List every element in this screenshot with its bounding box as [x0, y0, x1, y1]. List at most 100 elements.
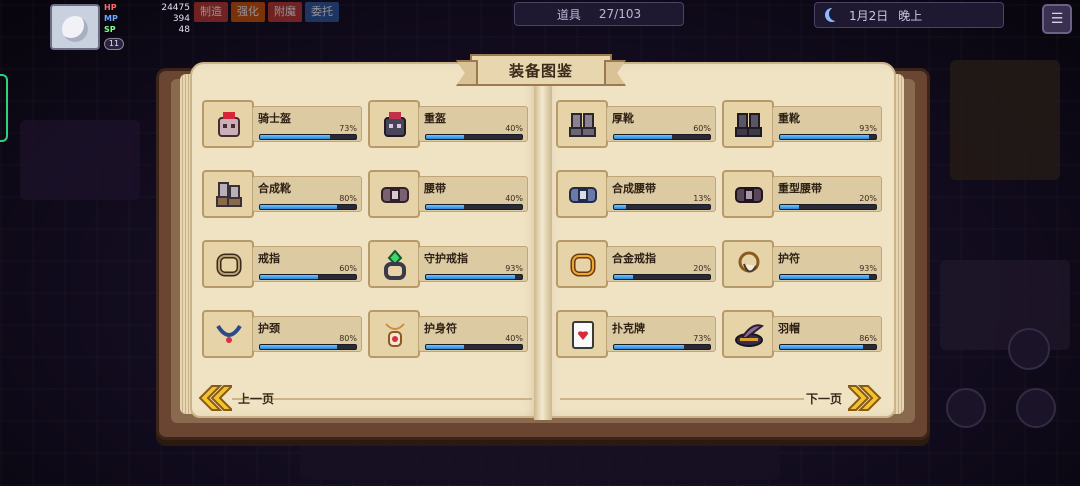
item-name: 重靴 — [778, 112, 800, 125]
ring-icon — [216, 253, 242, 277]
item-percent: 40% — [505, 124, 523, 133]
divider — [560, 398, 804, 400]
progress-fill — [614, 135, 672, 139]
hp-label: HP — [104, 3, 117, 12]
progress-bar — [779, 204, 877, 210]
progress-fill — [780, 205, 800, 209]
item-name: 骑士盔 — [258, 112, 291, 125]
progress-fill — [426, 345, 465, 349]
item-percent: 80% — [339, 194, 357, 203]
tab-enchant[interactable]: 附魔 — [268, 2, 302, 22]
progress-fill — [614, 345, 685, 349]
progress-fill — [780, 135, 870, 139]
avatar[interactable] — [50, 4, 100, 50]
item-icon-frame — [556, 240, 608, 288]
item-name: 重盔 — [424, 112, 446, 125]
progress-bar — [259, 344, 357, 350]
item-percent: 60% — [693, 124, 711, 133]
equipment-card[interactable]: 腰带 40% — [368, 170, 528, 218]
item-percent: 40% — [505, 334, 523, 343]
item-percent: 93% — [859, 124, 877, 133]
equipment-card[interactable]: 护颈 80% — [202, 310, 362, 358]
item-info: 合金戒指 20% — [606, 246, 716, 282]
guardian-ring-icon — [384, 250, 406, 280]
item-percent: 73% — [339, 124, 357, 133]
progress-fill — [780, 275, 870, 279]
item-info: 羽帽 86% — [772, 316, 882, 352]
amulet-icon — [385, 323, 405, 347]
item-percent: 93% — [859, 264, 877, 273]
next-page-button[interactable]: 下一页 — [806, 384, 882, 412]
item-info: 厚靴 60% — [606, 106, 716, 142]
equipment-card[interactable]: 羽帽 86% — [722, 310, 882, 358]
item-name: 厚靴 — [612, 112, 634, 125]
item-name: 合成腰带 — [612, 182, 656, 195]
mp-row: MP 394 — [104, 13, 190, 24]
item-icon-frame — [202, 170, 254, 218]
item-info: 护颈 80% — [252, 316, 362, 352]
progress-bar — [613, 274, 711, 280]
item-percent: 73% — [693, 334, 711, 343]
equipment-card[interactable]: 护身符 40% — [368, 310, 528, 358]
item-icon-frame — [202, 240, 254, 288]
progress-fill — [260, 135, 331, 139]
equipment-card[interactable]: 扑克牌 73% — [556, 310, 716, 358]
progress-bar — [779, 274, 877, 280]
tab-commission[interactable]: 委托 — [305, 2, 339, 22]
item-percent: 20% — [859, 194, 877, 203]
item-percent: 20% — [693, 264, 711, 273]
divider — [232, 398, 532, 400]
equipment-card[interactable]: 合金戒指 20% — [556, 240, 716, 288]
hp-value: 24475 — [161, 2, 190, 13]
item-counter-value: 27/103 — [598, 7, 642, 21]
book-spine — [534, 70, 552, 420]
item-icon-frame — [556, 100, 608, 148]
time-of-day-text: 晚上 — [898, 8, 923, 23]
equipment-card[interactable]: 骑士盔 73% — [202, 100, 362, 148]
progress-bar — [613, 344, 711, 350]
equipment-card[interactable]: 厚靴 60% — [556, 100, 716, 148]
progress-bar — [259, 274, 357, 280]
item-icon-frame — [202, 100, 254, 148]
alloy-ring-icon — [570, 253, 596, 277]
equipment-card[interactable]: 重靴 93% — [722, 100, 882, 148]
progress-fill — [614, 205, 627, 209]
item-icon-frame — [202, 310, 254, 358]
tab-craft[interactable]: 制造 — [194, 2, 228, 22]
page-title-text: 装备图鉴 — [508, 61, 573, 80]
progress-fill — [426, 205, 465, 209]
progress-fill — [260, 205, 337, 209]
progress-bar — [425, 204, 523, 210]
heavy-helmet-icon — [384, 112, 406, 137]
menu-button[interactable]: ☰ — [1042, 4, 1072, 34]
date-text: 1月2日 — [849, 8, 889, 23]
chevron-left-icon — [198, 385, 232, 411]
composite-boots-icon — [216, 182, 242, 207]
prev-page-button[interactable]: 上一页 — [198, 384, 274, 412]
item-icon-frame — [722, 240, 774, 288]
progress-bar — [613, 134, 711, 140]
item-percent: 13% — [693, 194, 711, 203]
progress-bar — [779, 344, 877, 350]
charm-icon — [738, 251, 760, 273]
side-panel-handle[interactable] — [0, 74, 8, 142]
item-counter-label: 道具 — [556, 7, 581, 22]
item-name: 扑克牌 — [612, 322, 645, 335]
equipment-card[interactable]: 戒指 60% — [202, 240, 362, 288]
equipment-card[interactable]: 守护戒指 93% — [368, 240, 528, 288]
tab-enhance[interactable]: 强化 — [231, 2, 265, 22]
equipment-card[interactable]: 合成靴 80% — [202, 170, 362, 218]
composite-belt-icon — [569, 187, 597, 203]
item-icon-frame — [722, 310, 774, 358]
item-icon-frame — [368, 100, 420, 148]
progress-bar — [613, 204, 711, 210]
equipment-card[interactable]: 重型腰带 20% — [722, 170, 882, 218]
progress-bar — [425, 134, 523, 140]
equipment-card[interactable]: 重盔 40% — [368, 100, 528, 148]
mp-value: 394 — [172, 13, 190, 24]
item-info: 重型腰带 20% — [772, 176, 882, 212]
progress-fill — [426, 135, 465, 139]
equipment-card[interactable]: 护符 93% — [722, 240, 882, 288]
equipment-card[interactable]: 合成腰带 13% — [556, 170, 716, 218]
menu-icon: ☰ — [1050, 11, 1064, 27]
